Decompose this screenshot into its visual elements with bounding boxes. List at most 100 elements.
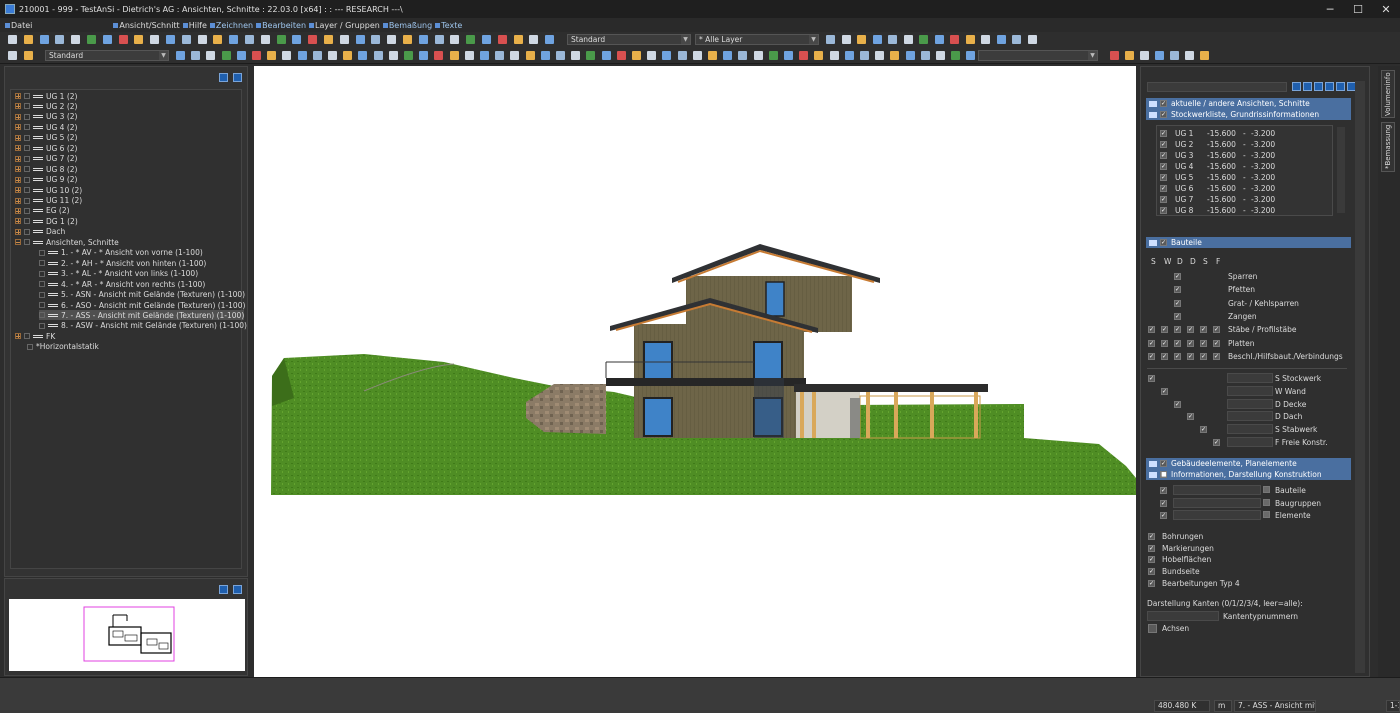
second-tool-icon[interactable] — [282, 51, 291, 60]
tree-item[interactable]: UG 9 (2) — [15, 175, 77, 185]
second-tool-icon[interactable] — [738, 51, 747, 60]
filter-checkbox[interactable]: ✓ — [1161, 387, 1168, 395]
storey-row[interactable]: ✓ UG 1 -15.600- -3.200 — [1160, 128, 1330, 139]
edit-icon[interactable] — [1263, 511, 1270, 519]
filter-checkbox[interactable]: ✓ — [1213, 439, 1220, 446]
filter-checkbox[interactable]: ✓ — [1200, 426, 1207, 434]
tab-volumeninfo[interactable]: Volumeninfo — [1381, 70, 1395, 118]
second-tool-icon[interactable] — [845, 51, 854, 60]
view-item[interactable]: 2. - * AH - * Ansicht von hinten (1-100) — [39, 258, 206, 268]
style-combo[interactable]: Standard ▼ — [567, 34, 691, 45]
tree-item[interactable]: UG 7 (2) — [15, 154, 77, 164]
visibility-checkbox[interactable] — [24, 134, 30, 141]
bauteil-checkbox[interactable]: ✓ — [1187, 352, 1194, 360]
second-tool-icon[interactable] — [465, 51, 474, 60]
group-gebaeude[interactable]: ✓ Gebäudeelemente, Planelemente — [1146, 458, 1351, 469]
top-tool-icon[interactable] — [150, 35, 159, 44]
visibility-checkbox[interactable] — [24, 166, 30, 173]
second-tool-icon[interactable] — [769, 51, 778, 60]
tree-item-horizontalstatik[interactable]: *Horizontalstatik — [27, 342, 99, 352]
expand-icon[interactable] — [15, 93, 21, 99]
second-tool-icon[interactable] — [343, 51, 352, 60]
filter-input[interactable] — [1227, 398, 1273, 409]
bauteil-checkbox[interactable]: ✓ — [1148, 326, 1155, 334]
menu-datei[interactable]: Datei — [5, 21, 32, 30]
collapse-icon[interactable] — [219, 73, 228, 82]
second-tool-icon[interactable] — [906, 51, 915, 60]
top-tool-icon[interactable] — [55, 35, 64, 44]
storey-row[interactable]: ✓ UG 5 -15.600- -3.200 — [1160, 172, 1330, 183]
achsen-checkbox[interactable] — [1148, 624, 1157, 633]
filter-input[interactable] — [1227, 385, 1273, 396]
visibility-checkbox[interactable] — [24, 124, 30, 131]
tree-item[interactable]: Ansichten, Schnitte — [15, 237, 119, 247]
second-tool-icon[interactable] — [951, 51, 960, 60]
panel-tool-icon[interactable] — [1336, 82, 1345, 91]
menu-zeichnen[interactable]: Zeichnen — [209, 21, 253, 30]
second-tool-icon[interactable] — [617, 51, 626, 60]
edit-icon[interactable] — [1263, 486, 1270, 493]
drawing-viewport[interactable] — [254, 66, 1136, 677]
visibility-checkbox[interactable] — [24, 155, 30, 162]
option-checkbox[interactable]: ✓ — [1148, 544, 1155, 552]
tree-item[interactable]: UG 1 (2) — [15, 91, 77, 101]
bauteil-checkbox[interactable]: ✓ — [1200, 339, 1207, 347]
view-item[interactable]: 8. - ASW - Ansicht mit Gelände (Texturen… — [39, 321, 247, 331]
top-tool-icon[interactable] — [277, 35, 286, 44]
top-tool-icon[interactable] — [182, 35, 191, 44]
group-bauteile[interactable]: ✓ Bauteile — [1146, 237, 1351, 248]
filter-checkbox[interactable]: ✓ — [1187, 413, 1194, 421]
collapse-icon[interactable] — [15, 239, 21, 246]
view-item[interactable]: 4. - * AR - * Ansicht von rechts (1-100) — [39, 279, 205, 289]
second-tool-icon[interactable] — [541, 51, 550, 60]
menu-texte[interactable]: Texte — [435, 21, 462, 30]
top-tool-icon[interactable] — [134, 35, 143, 44]
top-tool-icon[interactable] — [71, 35, 80, 44]
second-tool-icon[interactable] — [890, 51, 899, 60]
second-tool-icon[interactable] — [1125, 51, 1134, 60]
group-checkbox[interactable]: ■ — [1160, 471, 1167, 478]
bauteil-checkbox[interactable]: ✓ — [1213, 339, 1220, 347]
filter-input[interactable] — [1227, 424, 1273, 435]
top-tool-icon[interactable] — [261, 35, 270, 44]
tree-item-fk[interactable]: FK — [15, 331, 55, 341]
view-item[interactable]: 3. - * AL - * Ansicht von links (1-100) — [39, 269, 198, 279]
visibility-checkbox[interactable] — [24, 113, 30, 120]
storey-checkbox[interactable]: ✓ — [1160, 185, 1167, 192]
top-tool-icon[interactable] — [103, 35, 112, 44]
visibility-checkbox[interactable] — [39, 312, 45, 319]
tree-item[interactable]: UG 6 (2) — [15, 143, 77, 153]
expand-icon[interactable] — [15, 187, 21, 194]
second-tool-icon[interactable] — [404, 51, 413, 60]
menu-hilfe[interactable]: Hilfe — [182, 21, 207, 30]
top-tool-icon[interactable] — [529, 35, 538, 44]
second-tool-icon[interactable] — [419, 51, 428, 60]
tree-item[interactable]: UG 11 (2) — [15, 196, 82, 206]
top-tool-icon[interactable] — [919, 35, 928, 44]
minimize-button[interactable]: ─ — [1316, 0, 1344, 18]
info-input[interactable] — [1173, 485, 1261, 495]
bauteil-checkbox[interactable]: ✓ — [1174, 286, 1181, 294]
tree-item[interactable]: UG 2 (2) — [15, 101, 77, 111]
visibility-checkbox[interactable] — [39, 302, 45, 308]
second-tool-icon[interactable] — [24, 51, 33, 60]
second-tool-icon[interactable] — [860, 51, 869, 60]
option-checkbox[interactable]: ✓ — [1148, 533, 1155, 540]
pin-icon[interactable] — [233, 585, 242, 594]
filter-input[interactable] — [1227, 411, 1273, 422]
top-tool-icon[interactable] — [356, 35, 365, 44]
bauteil-checkbox[interactable]: ✓ — [1174, 339, 1181, 347]
group-checkbox[interactable]: ✓ — [1160, 460, 1167, 467]
tree-item[interactable]: UG 4 (2) — [15, 122, 77, 132]
filter-input[interactable] — [1227, 373, 1273, 383]
second-tool-icon[interactable] — [176, 51, 185, 60]
close-button[interactable]: ✕ — [1372, 0, 1400, 18]
bauteil-checkbox[interactable]: ✓ — [1161, 339, 1168, 347]
top-tool-icon[interactable] — [435, 35, 444, 44]
view-item[interactable]: 6. - ASO - Ansicht mit Gelände (Texturen… — [39, 300, 245, 310]
tab-bemassung[interactable]: *Bemassung — [1381, 122, 1395, 172]
info-checkbox[interactable]: ✓ — [1160, 499, 1167, 507]
top-tool-icon[interactable] — [466, 35, 475, 44]
collapse-icon[interactable] — [219, 585, 228, 594]
top-tool-icon[interactable] — [324, 35, 333, 44]
